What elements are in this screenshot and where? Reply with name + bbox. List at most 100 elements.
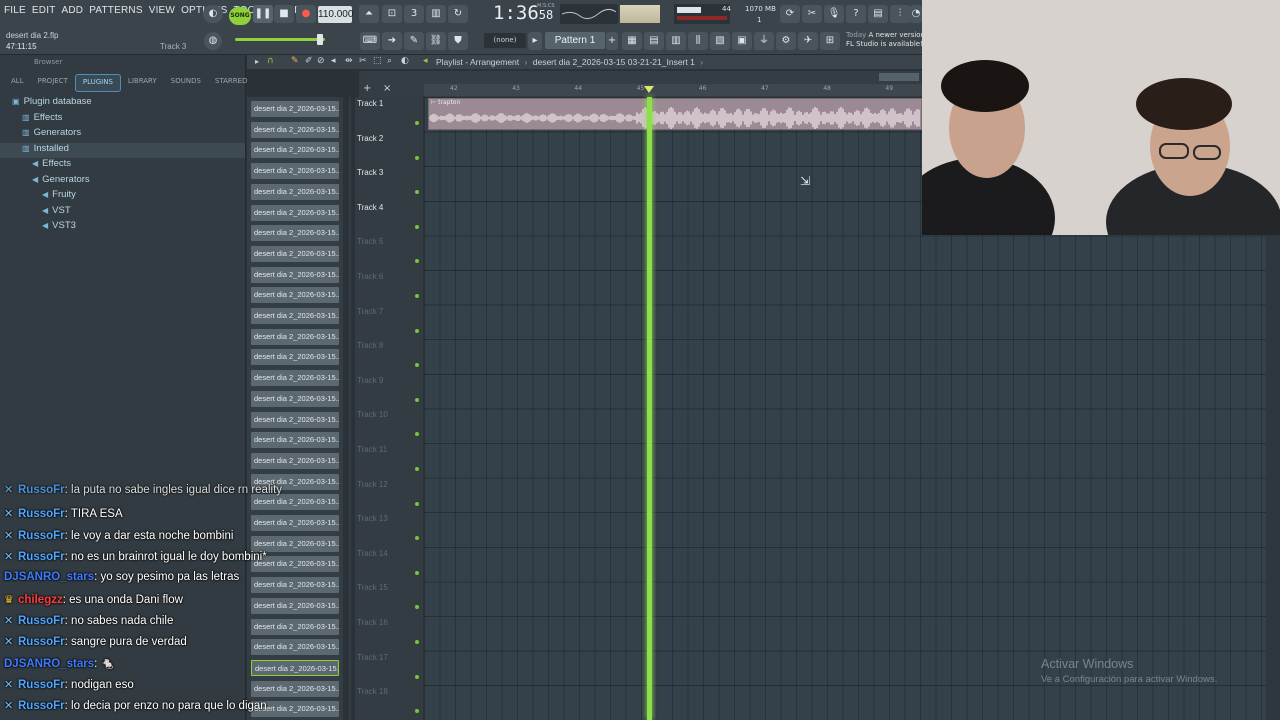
- menu-edit[interactable]: EDIT: [32, 5, 56, 21]
- add-track-icon[interactable]: +: [363, 83, 371, 94]
- clip-item[interactable]: desert dia 2_2026-03-15...: [251, 245, 339, 262]
- track-header[interactable]: Track 9: [357, 376, 419, 410]
- playlist-play-icon[interactable]: ◂: [423, 56, 428, 66]
- clip-item[interactable]: desert dia 2_2026-03-15...: [251, 204, 339, 221]
- track-header[interactable]: Track 1: [357, 99, 419, 133]
- mode-icon[interactable]: ◐: [203, 5, 223, 23]
- channel-rack-icon[interactable]: ▤: [644, 32, 664, 50]
- menu-add[interactable]: ADD: [62, 5, 84, 21]
- track-header[interactable]: Track 5: [357, 237, 419, 271]
- track-active-led[interactable]: [415, 432, 419, 437]
- song-mode-toggle[interactable]: SONG: [229, 7, 251, 25]
- clip-item[interactable]: desert dia 2_2026-03-15...: [251, 308, 339, 324]
- clip-item[interactable]: desert dia 2_2026-03-15...: [251, 121, 339, 138]
- slice-tool-icon[interactable]: ✂: [359, 56, 367, 66]
- browser-tab-sounds[interactable]: SOUNDS: [164, 74, 208, 92]
- refresh-icon[interactable]: ⟳: [780, 5, 800, 23]
- track-active-led[interactable]: [415, 155, 419, 160]
- slip-tool-icon[interactable]: ⇹: [345, 56, 353, 66]
- typing-keyboard-icon[interactable]: ⌨: [360, 32, 380, 50]
- clip-item[interactable]: desert dia 2_2026-03-15...: [251, 266, 339, 283]
- clip-item[interactable]: desert dia 2_2026-03-15...: [251, 183, 339, 200]
- track-active-led[interactable]: [415, 709, 419, 714]
- more-icon[interactable]: ◔: [910, 5, 922, 23]
- track-header[interactable]: Track 14: [357, 549, 419, 583]
- magnet-icon[interactable]: ∩: [267, 56, 274, 66]
- browser-tab-library[interactable]: LIBRARY: [121, 74, 164, 92]
- loop-record-icon[interactable]: ↻: [448, 5, 468, 23]
- piano-roll-icon[interactable]: ▥: [666, 32, 686, 50]
- track-active-led[interactable]: [415, 190, 419, 195]
- tree-item-generators[interactable]: ◀ Generators: [0, 174, 245, 190]
- clip-item[interactable]: desert dia 2_2026-03-15...: [251, 370, 339, 387]
- browser-view-icon[interactable]: ▧: [710, 32, 730, 50]
- track-header[interactable]: Track 6: [357, 272, 419, 306]
- clip-item[interactable]: desert dia 2_2026-03-15...: [251, 225, 339, 242]
- tree-item-vst3[interactable]: ◀ VST3: [0, 220, 245, 236]
- track-active-led[interactable]: [415, 224, 419, 229]
- record-button[interactable]: ●: [296, 5, 316, 23]
- mixer-view-icon[interactable]: ⫼: [688, 32, 708, 50]
- tree-item-installed[interactable]: ▥ Installed: [0, 142, 245, 158]
- clip-item[interactable]: desert dia 2_2026-03-15...: [251, 432, 339, 449]
- track-active-led[interactable]: [415, 328, 419, 333]
- mic-icon[interactable]: 🎙: [824, 5, 844, 23]
- track-header[interactable]: Track 7: [357, 307, 419, 341]
- playlist-scrollbar-h[interactable]: [879, 73, 919, 81]
- playhead-marker-icon[interactable]: [644, 86, 655, 93]
- tree-item-plugin-database[interactable]: ▣ Plugin database: [0, 96, 245, 112]
- clip-item[interactable]: desert dia 2_2026-03-15...: [251, 328, 339, 345]
- clip-list-scrollbar[interactable]: [343, 97, 349, 720]
- browser-tab-starred[interactable]: STARRED: [208, 74, 255, 92]
- browser-tab-project[interactable]: PROJECT: [31, 74, 75, 92]
- delete-tool-icon[interactable]: ⊘: [317, 56, 325, 66]
- master-volume-slider[interactable]: [235, 38, 325, 41]
- playlist-scrollbar-v[interactable]: [1266, 235, 1280, 720]
- playlist-icon[interactable]: ▦: [622, 32, 642, 50]
- update-notice[interactable]: Today A newer version FL Studio is avail…: [846, 31, 926, 49]
- track-header[interactable]: Track 16: [357, 618, 419, 652]
- cut-icon[interactable]: ✂: [802, 5, 822, 23]
- clip-item[interactable]: desert dia 2_2026-03-15...: [251, 349, 339, 366]
- playhead[interactable]: [647, 97, 653, 720]
- track-active-led[interactable]: [415, 467, 419, 471]
- track-header[interactable]: Track 3: [357, 168, 419, 202]
- menu-patterns[interactable]: PATTERNS: [89, 5, 142, 21]
- track-active-led[interactable]: [415, 640, 419, 644]
- track-active-led[interactable]: [415, 121, 419, 125]
- track-header[interactable]: Track 13: [357, 514, 419, 548]
- track-active-led[interactable]: [415, 570, 419, 575]
- wait-input-icon[interactable]: ⊡: [382, 5, 402, 23]
- clip-item[interactable]: desert dia 2_2026-03-15...: [251, 101, 339, 117]
- clip-item[interactable]: desert dia 2_2026-03-15...: [251, 163, 339, 180]
- paint-tool-icon[interactable]: ✐: [305, 56, 313, 66]
- track-header[interactable]: Track 2: [357, 134, 419, 168]
- track-header[interactable]: Track 8: [357, 341, 419, 375]
- browser-tab-all[interactable]: ALL: [4, 74, 31, 92]
- menu-file[interactable]: FILE: [4, 5, 26, 21]
- zoom-tool-icon[interactable]: ⌕: [387, 56, 392, 66]
- track-active-led[interactable]: [415, 674, 419, 679]
- track-header[interactable]: Track 15: [357, 583, 419, 617]
- tree-item-vst[interactable]: ◀ VST: [0, 205, 245, 221]
- plug-icon[interactable]: ⏚: [754, 32, 774, 50]
- snap-selector[interactable]: (none): [484, 33, 526, 48]
- tree-item-generators[interactable]: ▥ Generators: [0, 127, 245, 143]
- mixer-icon[interactable]: ⫶: [890, 5, 910, 23]
- mute-tool-icon[interactable]: ◂: [331, 56, 336, 66]
- pencil-icon[interactable]: ✎: [404, 32, 424, 50]
- link-icon[interactable]: ⛓: [426, 32, 446, 50]
- add-pattern-icon[interactable]: +: [606, 32, 618, 50]
- cart-icon[interactable]: ⊞: [820, 32, 840, 50]
- pattern-prev-icon[interactable]: ▸: [528, 32, 542, 50]
- pattern-selector[interactable]: Pattern 1: [545, 32, 605, 49]
- track-active-led[interactable]: [415, 501, 419, 506]
- timeline-ruler[interactable]: [424, 84, 922, 96]
- save-icon[interactable]: ▤: [868, 5, 888, 23]
- track-active-led[interactable]: [415, 294, 419, 298]
- playback-tool-icon[interactable]: ◐: [401, 56, 409, 66]
- stamp-icon[interactable]: ⛊: [448, 32, 468, 50]
- track-header[interactable]: Track 11: [357, 445, 419, 479]
- master-volume-handle[interactable]: [317, 34, 323, 45]
- track-header[interactable]: Track 17: [357, 653, 419, 687]
